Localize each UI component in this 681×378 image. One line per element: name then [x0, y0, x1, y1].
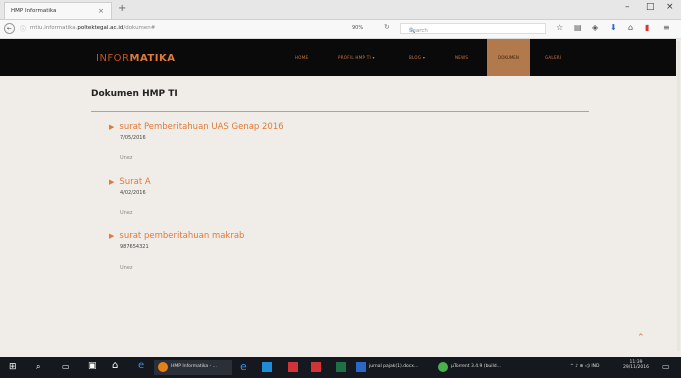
reload-icon[interactable]: ↻ — [384, 23, 390, 31]
notification-icon[interactable]: ▭ — [662, 362, 670, 371]
nav-dokumen-label: DOKUMEN — [498, 55, 519, 60]
document-title-text: surat pemberitahuan makrab — [119, 231, 245, 241]
page-scrollbar[interactable] — [676, 39, 681, 357]
task-view-icon[interactable]: ▭ — [62, 362, 70, 371]
clock[interactable]: 11:39 29/11/2016 — [623, 360, 649, 370]
document-title[interactable]: ▶ surat Pemberitahuan UAS Genap 2016 — [109, 122, 284, 132]
document-link[interactable]: Unez — [120, 210, 133, 216]
site-header: INFORMATIKA HOME PROFIL HMP TI ▾ BLOG ▾ … — [0, 39, 681, 76]
store-icon[interactable]: ▣ — [88, 361, 97, 371]
nav-dokumen[interactable]: DOKUMEN — [487, 39, 530, 76]
windows-start-icon[interactable]: ⊞ — [9, 362, 17, 372]
new-tab-icon[interactable]: + — [118, 3, 126, 14]
url-host: poltektegal.ac.id — [77, 25, 124, 31]
app-icon[interactable] — [288, 362, 298, 372]
word-icon — [356, 362, 366, 372]
bookmark-star-icon[interactable]: ☆ — [556, 23, 563, 32]
taskbar-item-utorrent[interactable]: µTorrent 3.4.9 (build... — [434, 360, 512, 375]
nav-home[interactable]: HOME — [295, 55, 308, 60]
taskbar: ⊞ ⌕ ▭ ▣ ⌂ e HMP Informatika - ... e jurn… — [0, 357, 681, 378]
browser-tab-bar: HMP Informatika × + – □ × — [0, 0, 681, 20]
url-prefix: mtiu.informatika. — [30, 25, 78, 31]
download-icon[interactable]: ⬇ — [610, 23, 617, 32]
excel-icon[interactable] — [336, 362, 346, 372]
divider — [91, 111, 589, 112]
search-input[interactable]: 🔍 Search — [400, 23, 546, 34]
extension-icon[interactable]: ▮ — [645, 23, 649, 32]
nav-blog[interactable]: BLOG ▾ — [409, 55, 425, 60]
url-path: /dokumen# — [123, 25, 156, 31]
arrow-right-icon: ▶ — [109, 178, 115, 186]
nav-galeri[interactable]: GALERI — [545, 55, 561, 60]
maximize-icon[interactable]: □ — [646, 2, 655, 12]
app-icon[interactable] — [262, 362, 272, 372]
address-bar[interactable]: mtiu.informatika.poltektegal.ac.id/dokum… — [30, 25, 155, 31]
site-logo[interactable]: INFORMATIKA — [96, 53, 175, 64]
browser-tab[interactable]: HMP Informatika × — [4, 2, 112, 19]
minimize-icon[interactable]: – — [625, 2, 630, 12]
edge-icon[interactable]: e — [138, 360, 144, 371]
arrow-right-icon: ▶ — [109, 123, 115, 131]
taskbar-item-firefox[interactable]: HMP Informatika - ... — [154, 360, 232, 375]
taskbar-item-label: HMP Informatika - ... — [171, 364, 217, 369]
document-title-text: surat Pemberitahuan UAS Genap 2016 — [119, 122, 284, 132]
tab-close-icon[interactable]: × — [98, 7, 104, 15]
scroll-to-top-icon[interactable]: ⌃ — [637, 333, 645, 343]
document-title[interactable]: ▶ Surat A — [109, 177, 151, 187]
pocket-icon[interactable]: ◈ — [592, 23, 598, 32]
taskbar-item-label: jurnal pajak(1).docx... — [369, 364, 419, 369]
home-icon[interactable]: ⌂ — [628, 23, 633, 32]
close-window-icon[interactable]: × — [666, 2, 674, 12]
document-title[interactable]: ▶ surat pemberitahuan makrab — [109, 231, 244, 241]
zoom-level[interactable]: 90% — [352, 25, 363, 31]
document-date: 7/05/2016 — [120, 135, 146, 141]
document-date: 987654321 — [120, 244, 149, 250]
firefox-icon — [158, 362, 168, 372]
page-title: Dokumen HMP TI — [91, 89, 178, 99]
nav-profil[interactable]: PROFIL HMP TI ▾ — [338, 55, 375, 60]
document-date: 4/02/2016 — [120, 190, 146, 196]
site-info-icon[interactable]: ⓘ — [20, 24, 26, 33]
menu-icon[interactable]: ≡ — [663, 23, 670, 32]
taskbar-item-word[interactable]: jurnal pajak(1).docx... — [352, 360, 430, 375]
back-icon[interactable]: ← — [4, 23, 15, 34]
tab-title: HMP Informatika — [11, 8, 57, 14]
bookmarks-icon[interactable]: ▤ — [574, 23, 582, 32]
search-placeholder: Search — [409, 28, 428, 34]
document-title-text: Surat A — [119, 177, 151, 187]
scrollbar-thumb[interactable] — [677, 41, 680, 351]
arrow-right-icon: ▶ — [109, 232, 115, 240]
utorrent-icon — [438, 362, 448, 372]
logo-light: INFOR — [96, 53, 130, 64]
logo-bold: MATIKA — [129, 53, 176, 64]
document-link[interactable]: Unez — [120, 155, 133, 161]
home-icon[interactable]: ⌂ — [112, 360, 118, 371]
clock-date: 29/11/2016 — [623, 365, 649, 370]
ie-icon[interactable]: e — [240, 360, 247, 373]
system-tray[interactable]: ^ ♪ ⊕ ◁) IND — [570, 364, 600, 369]
document-link[interactable]: Unez — [120, 265, 133, 271]
search-icon[interactable]: ⌕ — [36, 362, 40, 372]
nav-news[interactable]: NEWS — [455, 55, 468, 60]
taskbar-item-label: µTorrent 3.4.9 (build... — [451, 364, 501, 369]
browser-nav-bar: ← ⓘ mtiu.informatika.poltektegal.ac.id/d… — [0, 20, 681, 39]
app-icon[interactable] — [311, 362, 321, 372]
